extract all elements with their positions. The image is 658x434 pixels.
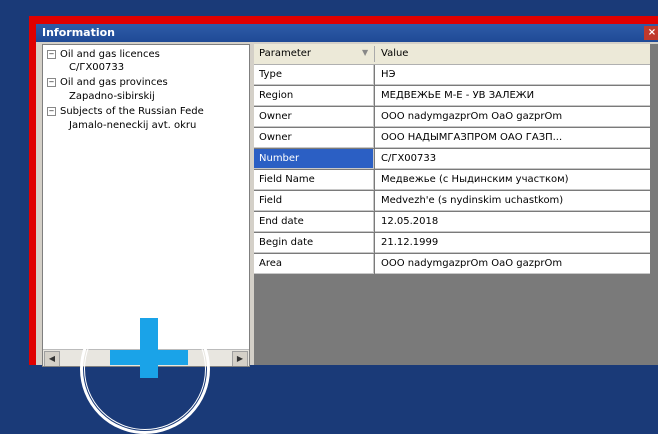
- value-cell[interactable]: OOO nadymgazprOm OaO gazprOm: [375, 107, 650, 127]
- table-row-selected[interactable]: Number С/ГХ00733: [254, 149, 650, 170]
- collapse-icon[interactable]: −: [47, 49, 56, 59]
- tree-node-label: Oil and gas provinces: [60, 77, 168, 88]
- table-row[interactable]: Field Medvezh'e (s nydinskim uchastkom): [254, 191, 650, 212]
- param-cell[interactable]: Owner: [254, 128, 374, 148]
- param-cell[interactable]: Type: [254, 65, 374, 85]
- grid-header: Parameter ▼ Value: [254, 44, 650, 65]
- table-row[interactable]: Owner OOO nadymgazprOm OaO gazprOm: [254, 107, 650, 128]
- table-row[interactable]: Field Name Медвежье (с Ныдинским участко…: [254, 170, 650, 191]
- tree-node-label: Jamalo-neneckij avt. okru: [69, 120, 197, 131]
- plus-icon[interactable]: [140, 318, 158, 378]
- tree-node-licence-number[interactable]: С/ГХ00733: [69, 62, 124, 73]
- param-cell[interactable]: Begin date: [254, 233, 374, 253]
- title-bar[interactable]: Information ×: [36, 24, 658, 42]
- table-row[interactable]: Area OOO nadymgazprOm OaO gazprOm: [254, 254, 650, 275]
- plus-icon-bar: [110, 350, 188, 365]
- tree-node-jamalo-neneckij[interactable]: Jamalo-neneckij avt. okru: [69, 120, 196, 131]
- value-cell[interactable]: С/ГХ00733: [375, 149, 650, 169]
- column-header-value[interactable]: Value: [381, 48, 408, 59]
- tree-node-label: Subjects of the Russian Fede: [60, 106, 204, 117]
- collapse-icon[interactable]: −: [47, 106, 56, 116]
- value-cell[interactable]: ООО НАДЫМГАЗПРОМ ОАО ГАЗП...: [375, 128, 650, 148]
- tree-node-label: Zapadno-sibirskij: [69, 91, 155, 102]
- tree-node-label: С/ГХ00733: [69, 62, 125, 73]
- table-row[interactable]: Region МЕДВЕЖЬЕ М-Е - УВ ЗАЛЕЖИ: [254, 86, 650, 107]
- param-cell[interactable]: Number: [254, 149, 374, 169]
- close-icon[interactable]: ×: [644, 26, 658, 40]
- table-row[interactable]: Owner ООО НАДЫМГАЗПРОМ ОАО ГАЗП...: [254, 128, 650, 149]
- param-cell[interactable]: End date: [254, 212, 374, 232]
- value-cell[interactable]: НЭ: [375, 65, 650, 85]
- column-divider[interactable]: [374, 46, 375, 62]
- param-cell[interactable]: Region: [254, 86, 374, 106]
- table-row[interactable]: End date 12.05.2018: [254, 212, 650, 233]
- tree-node-subjects[interactable]: − Subjects of the Russian Fede: [47, 106, 204, 117]
- value-cell[interactable]: Medvezh'e (s nydinskim uchastkom): [375, 191, 650, 211]
- value-cell[interactable]: Медвежье (с Ныдинским участком): [375, 170, 650, 190]
- tree-node-oil-gas-licences[interactable]: − Oil and gas licences: [47, 49, 160, 60]
- sort-arrow-icon[interactable]: ▼: [362, 48, 368, 57]
- value-cell[interactable]: 21.12.1999: [375, 233, 650, 253]
- param-cell[interactable]: Field Name: [254, 170, 374, 190]
- property-grid: Parameter ▼ Value Type НЭ Region МЕДВЕЖЬ…: [254, 44, 658, 365]
- value-cell[interactable]: OOO nadymgazprOm OaO gazprOm: [375, 254, 650, 274]
- param-cell[interactable]: Owner: [254, 107, 374, 127]
- collapse-icon[interactable]: −: [47, 77, 56, 87]
- table-row[interactable]: Type НЭ: [254, 65, 650, 86]
- param-cell[interactable]: Area: [254, 254, 374, 274]
- tree-node-oil-gas-provinces[interactable]: − Oil and gas provinces: [47, 77, 168, 88]
- table-row[interactable]: Begin date 21.12.1999: [254, 233, 650, 254]
- column-header-parameter[interactable]: Parameter: [259, 48, 311, 59]
- param-cell[interactable]: Field: [254, 191, 374, 211]
- tree-node-label: Oil and gas licences: [60, 49, 160, 60]
- tree-node-zapadno-sibirskij[interactable]: Zapadno-sibirskij: [69, 91, 155, 102]
- value-cell[interactable]: 12.05.2018: [375, 212, 650, 232]
- value-cell[interactable]: МЕДВЕЖЬЕ М-Е - УВ ЗАЛЕЖИ: [375, 86, 650, 106]
- window-title: Information: [42, 26, 115, 39]
